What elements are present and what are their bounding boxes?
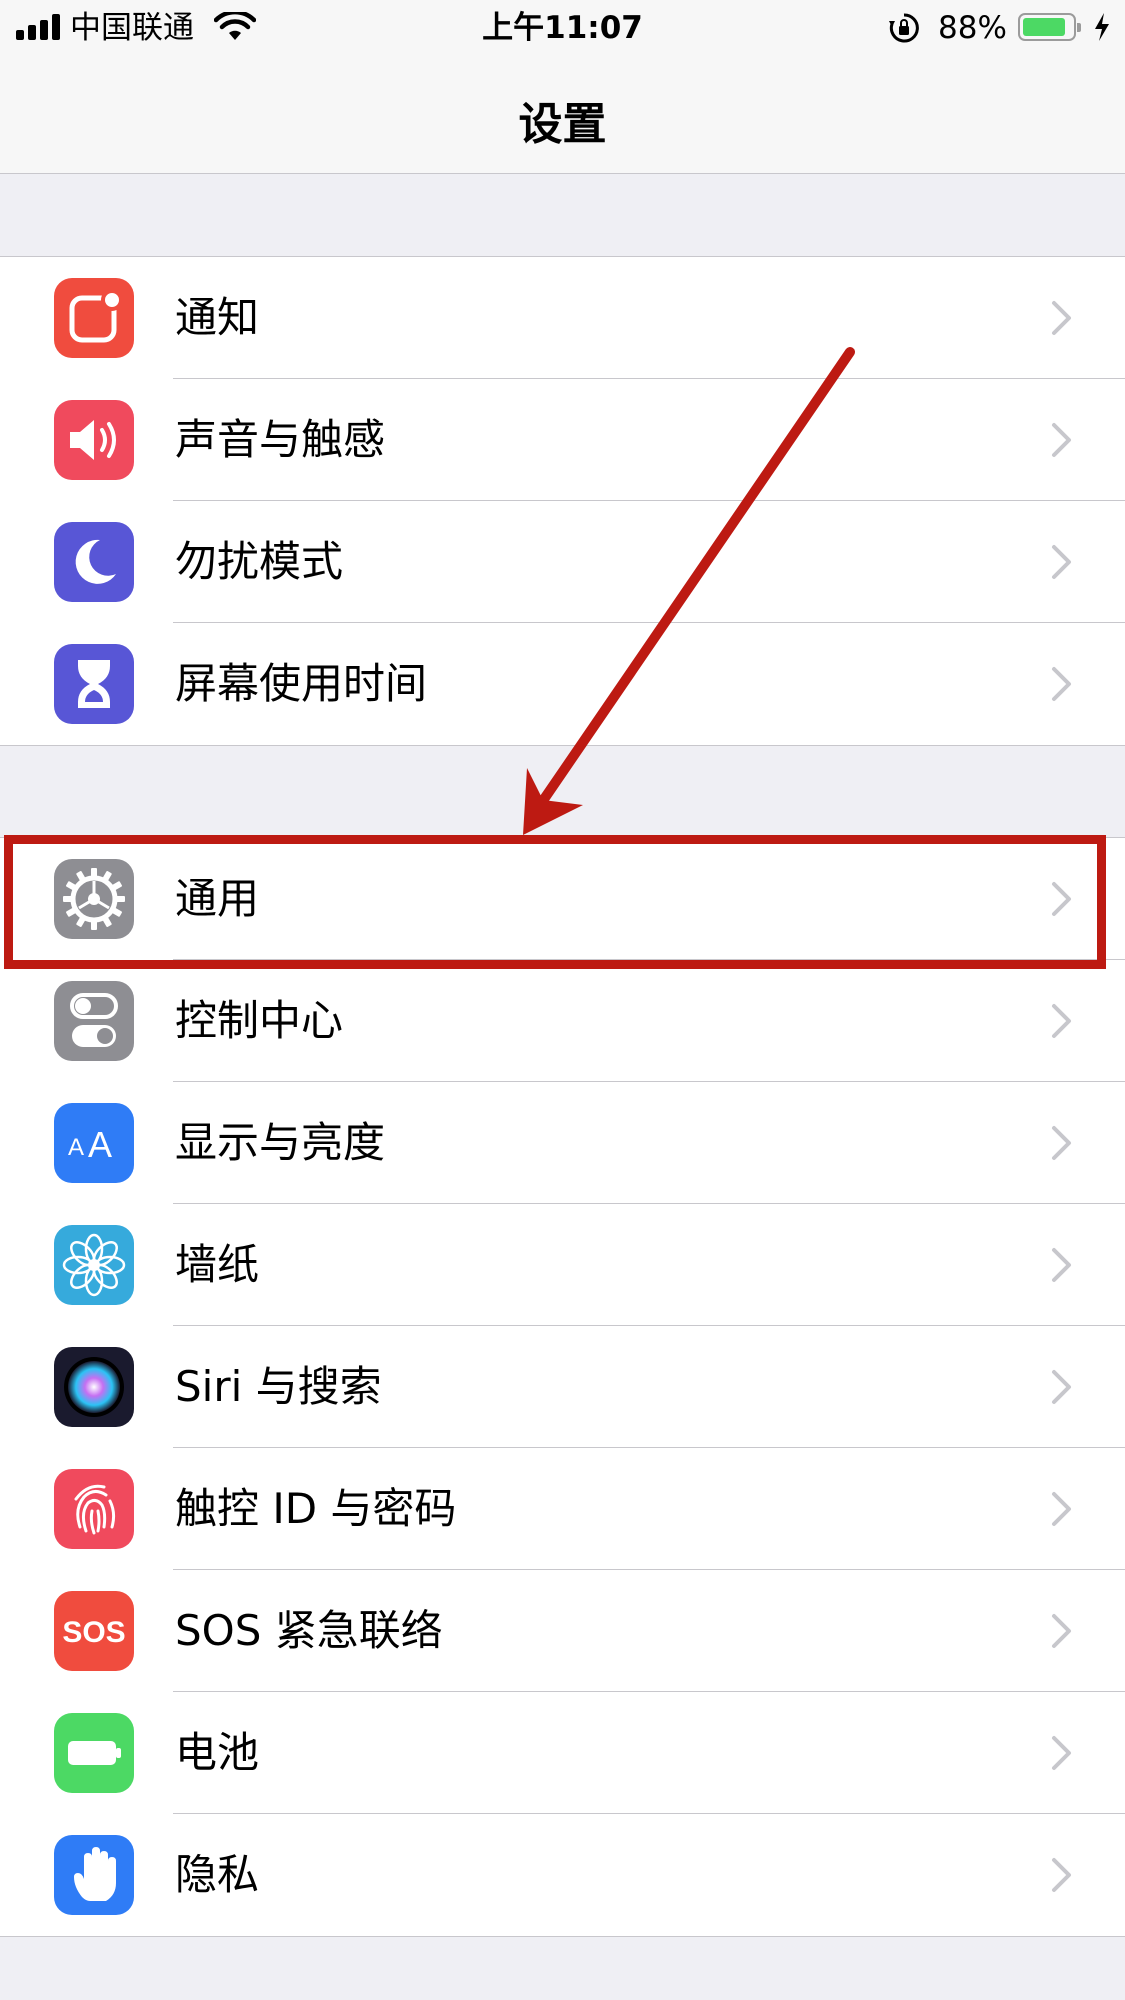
settings-row-siri[interactable]: Siri 与搜索: [0, 1326, 1125, 1448]
svg-text:A: A: [88, 1124, 112, 1165]
chevron-right-icon: [1051, 422, 1073, 458]
settings-group-2: 通用 控制中心 A A 显示与亮度 墙纸 Siri 与搜索 触控 ID 与密码 SOS SOS 紧…: [0, 837, 1125, 1937]
charging-bolt-icon: [1095, 13, 1109, 41]
settings-row-label: 墙纸: [175, 1240, 260, 1289]
svg-text:SOS: SOS: [62, 1616, 125, 1649]
settings-row-hourglass[interactable]: 屏幕使用时间: [0, 623, 1125, 745]
settings-row-sound[interactable]: 声音与触感: [0, 379, 1125, 501]
chevron-right-icon: [1051, 666, 1073, 702]
chevron-right-icon: [1051, 1369, 1073, 1405]
chevron-right-icon: [1051, 1247, 1073, 1283]
settings-row-fingerprint[interactable]: 触控 ID 与密码: [0, 1448, 1125, 1570]
settings-row-moon[interactable]: 勿扰模式: [0, 501, 1125, 623]
battery-level-fill: [1023, 18, 1065, 36]
highlight-box: [4, 835, 1106, 969]
settings-row-label: 声音与触感: [175, 415, 386, 464]
text-size-icon: AA: [54, 1103, 134, 1183]
settings-row-label: 电池: [175, 1728, 260, 1777]
hand-icon: [54, 1835, 134, 1915]
navigation-bar: 设置: [0, 58, 1125, 174]
chevron-right-icon: [1051, 1613, 1073, 1649]
chevron-right-icon: [1051, 1857, 1073, 1893]
settings-row-label: 触控 ID 与密码: [175, 1484, 457, 1533]
settings-row-text-size[interactable]: A A 显示与亮度: [0, 1082, 1125, 1204]
flower-icon: [54, 1225, 134, 1305]
settings-row-label: 隐私: [175, 1850, 260, 1899]
sos-icon: SOS: [54, 1591, 134, 1671]
chevron-right-icon: [1051, 1003, 1073, 1039]
settings-row-label: 通知: [175, 293, 260, 342]
battery-cap: [1077, 23, 1081, 32]
rotation-lock-icon: [889, 13, 919, 43]
siri-icon: [54, 1347, 134, 1427]
settings-row-sos[interactable]: SOS SOS 紧急联络: [0, 1570, 1125, 1692]
toggles-icon: [54, 981, 134, 1061]
settings-row-label: Siri 与搜索: [175, 1362, 382, 1411]
chevron-right-icon: [1051, 544, 1073, 580]
settings-row-notifications[interactable]: 通知: [0, 257, 1125, 379]
sound-icon: [54, 400, 134, 480]
moon-icon: [54, 522, 134, 602]
page-title: 设置: [518, 99, 607, 150]
settings-row-label: 控制中心: [175, 996, 344, 1045]
settings-row-battery[interactable]: 电池: [0, 1692, 1125, 1814]
fingerprint-icon: [54, 1469, 134, 1549]
settings-row-hand[interactable]: 隐私: [0, 1814, 1125, 1936]
settings-row-label: 显示与亮度: [175, 1118, 386, 1167]
battery-percent: 88%: [938, 10, 1007, 46]
battery-icon: [1018, 13, 1081, 41]
notifications-icon: [54, 278, 134, 358]
chevron-right-icon: [1051, 1125, 1073, 1161]
chevron-right-icon: [1051, 300, 1073, 336]
svg-text:A: A: [68, 1134, 84, 1161]
chevron-right-icon: [1051, 1735, 1073, 1771]
settings-row-label: SOS 紧急联络: [175, 1606, 443, 1655]
hourglass-icon: [54, 644, 134, 724]
settings-row-label: 屏幕使用时间: [175, 659, 428, 708]
chevron-right-icon: [1051, 1491, 1073, 1527]
settings-group-1: 通知声音与触感勿扰模式屏幕使用时间: [0, 256, 1125, 746]
settings-row-toggles[interactable]: 控制中心: [0, 960, 1125, 1082]
status-bar: 中国联通 上午11:07 88%: [0, 0, 1125, 58]
settings-row-label: 勿扰模式: [175, 537, 344, 586]
battery-icon: [54, 1713, 134, 1793]
settings-row-flower[interactable]: 墙纸: [0, 1204, 1125, 1326]
